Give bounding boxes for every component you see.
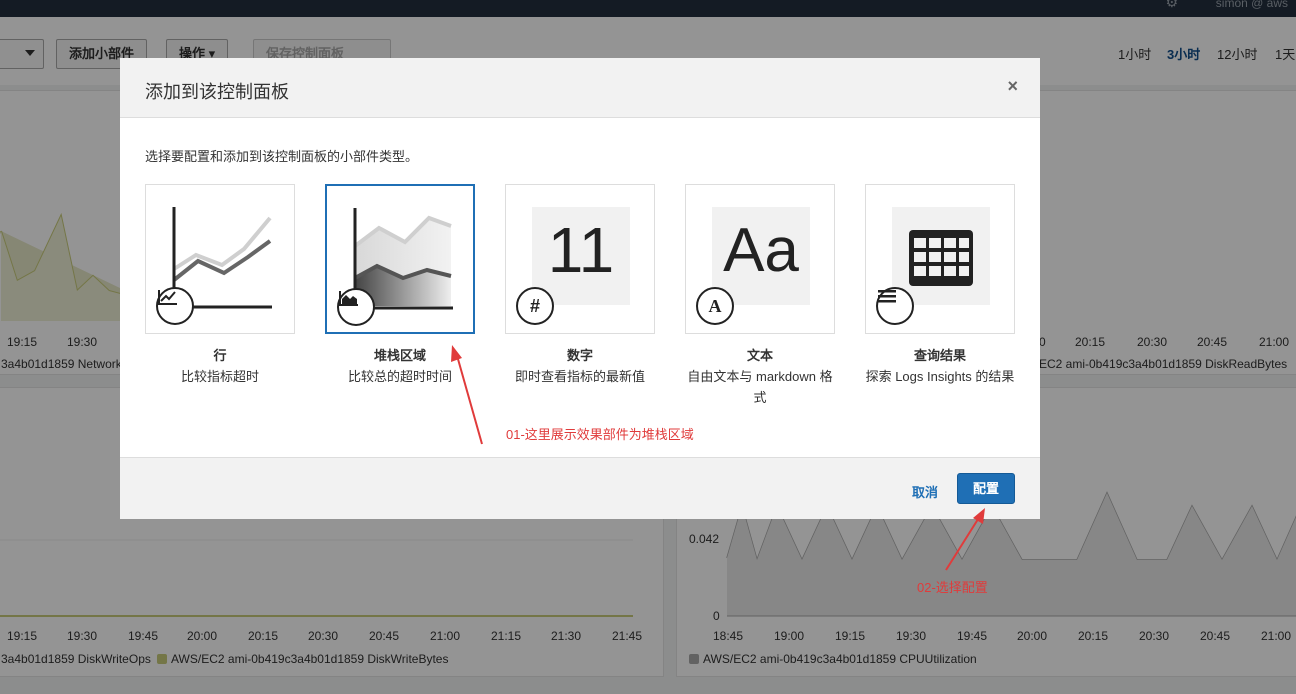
annotation-arrow-2	[945, 515, 981, 571]
arrow-head-icon	[973, 508, 985, 524]
annotation-arrows	[451, 345, 985, 571]
annotation-arrow-1	[455, 351, 483, 445]
arrow-head-icon	[451, 345, 462, 362]
